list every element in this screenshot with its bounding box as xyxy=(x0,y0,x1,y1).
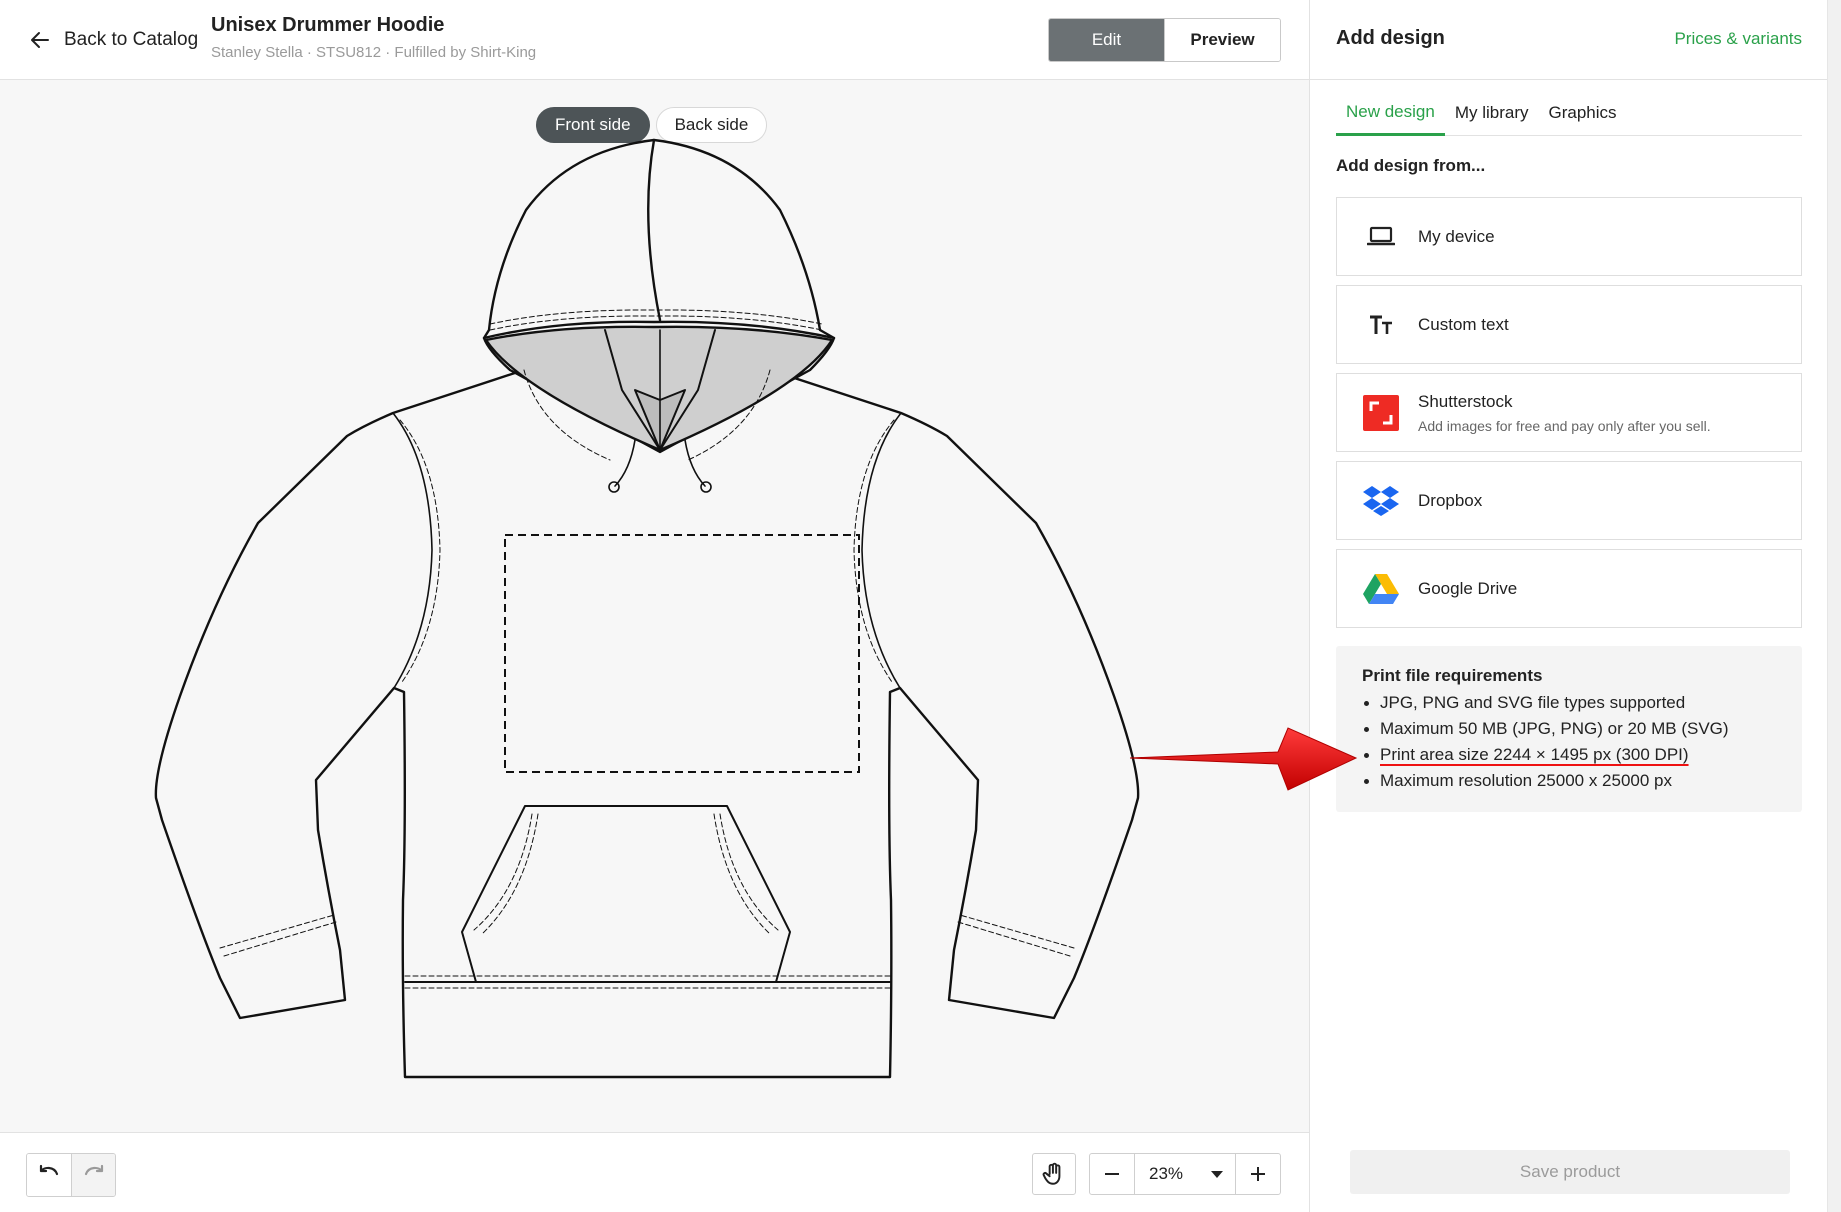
design-tabs: New design My library Graphics xyxy=(1336,90,1802,136)
plus-icon xyxy=(1251,1167,1265,1181)
preview-button[interactable]: Preview xyxy=(1164,19,1280,61)
annotation-arrow-icon xyxy=(1129,727,1358,791)
requirement-item: Maximum resolution 25000 x 25000 px xyxy=(1362,768,1776,794)
product-title-block: Unisex Drummer Hoodie Stanley Stella · S… xyxy=(211,14,536,61)
source-google-drive[interactable]: Google Drive xyxy=(1336,549,1802,628)
editor-topbar: Back to Catalog Unisex Drummer Hoodie St… xyxy=(0,0,1309,80)
prices-variants-link[interactable]: Prices & variants xyxy=(1674,29,1802,49)
zoom-control: 23% xyxy=(1089,1153,1281,1195)
back-label: Back to Catalog xyxy=(64,29,199,50)
pan-tool-button[interactable] xyxy=(1032,1153,1076,1195)
history-controls xyxy=(26,1153,116,1197)
hoodie-body-outline xyxy=(154,368,1140,1079)
add-design-from-label: Add design from... xyxy=(1336,156,1486,175)
product-subtitle: Stanley Stella · STSU812 · Fulfilled by … xyxy=(211,44,537,61)
back-to-catalog-link[interactable]: Back to Catalog xyxy=(28,26,198,54)
mode-toggle: Edit Preview xyxy=(1048,18,1281,62)
source-my-device[interactable]: My device xyxy=(1336,197,1802,276)
undo-button[interactable] xyxy=(27,1154,71,1196)
requirement-item: JPG, PNG and SVG file types supported xyxy=(1362,690,1776,716)
editor-area: Back to Catalog Unisex Drummer Hoodie St… xyxy=(0,0,1309,1212)
source-custom-text[interactable]: Custom text xyxy=(1336,285,1802,364)
edit-button[interactable]: Edit xyxy=(1049,19,1164,61)
dropbox-icon xyxy=(1363,483,1399,519)
source-label: Shutterstock xyxy=(1418,391,1513,411)
design-source-list: My device Custom text Shutterstock Add i… xyxy=(1336,197,1802,637)
tab-graphics[interactable]: Graphics xyxy=(1539,90,1627,136)
requirements-list: JPG, PNG and SVG file types supported Ma… xyxy=(1362,690,1776,794)
caret-down-icon xyxy=(1211,1170,1223,1178)
hoodie-mockup xyxy=(154,138,1140,1079)
undo-icon xyxy=(39,1164,59,1176)
hand-icon xyxy=(1042,1162,1061,1185)
requirement-item: Maximum 50 MB (JPG, PNG) or 20 MB (SVG) xyxy=(1362,716,1776,742)
source-shutterstock[interactable]: Shutterstock Add images for free and pay… xyxy=(1336,373,1802,452)
requirement-item-print-area: Print area size 2244 × 1495 px (300 DPI) xyxy=(1362,742,1776,768)
source-label: Custom text xyxy=(1418,314,1509,334)
source-label: My device xyxy=(1418,226,1495,246)
kangaroo-pocket xyxy=(461,805,791,983)
editor-bottombar: 23% xyxy=(0,1132,1309,1212)
print-file-requirements: Print file requirements JPG, PNG and SVG… xyxy=(1336,646,1802,812)
tab-new-design[interactable]: New design xyxy=(1336,90,1445,136)
arrow-left-icon xyxy=(31,32,49,48)
save-product-button[interactable]: Save product xyxy=(1350,1150,1790,1194)
add-design-panel: Add design Prices & variants New design … xyxy=(1309,0,1828,1212)
zoom-level-select[interactable]: 23% xyxy=(1134,1154,1236,1194)
product-title: Unisex Drummer Hoodie xyxy=(211,14,445,36)
panel-title: Add design xyxy=(1336,27,1445,49)
google-drive-icon xyxy=(1363,571,1399,607)
source-dropbox[interactable]: Dropbox xyxy=(1336,461,1802,540)
tab-my-library[interactable]: My library xyxy=(1445,90,1539,136)
zoom-value: 23% xyxy=(1149,1164,1184,1183)
source-label: Google Drive xyxy=(1418,578,1518,598)
panel-header: Add design Prices & variants xyxy=(1310,0,1828,80)
shutterstock-icon xyxy=(1363,394,1399,431)
zoom-in-button[interactable] xyxy=(1236,1154,1280,1194)
requirements-title: Print file requirements xyxy=(1362,666,1543,685)
redo-button[interactable] xyxy=(71,1154,115,1196)
minus-icon xyxy=(1105,1173,1119,1175)
redo-icon xyxy=(84,1164,103,1176)
source-description: Add images for free and pay only after y… xyxy=(1418,417,1711,434)
panel-scrollbar[interactable] xyxy=(1827,0,1841,1212)
text-icon xyxy=(1363,307,1399,343)
print-area-box[interactable] xyxy=(504,534,860,773)
source-label: Dropbox xyxy=(1418,490,1483,510)
zoom-out-button[interactable] xyxy=(1090,1154,1134,1194)
laptop-icon xyxy=(1363,219,1399,255)
